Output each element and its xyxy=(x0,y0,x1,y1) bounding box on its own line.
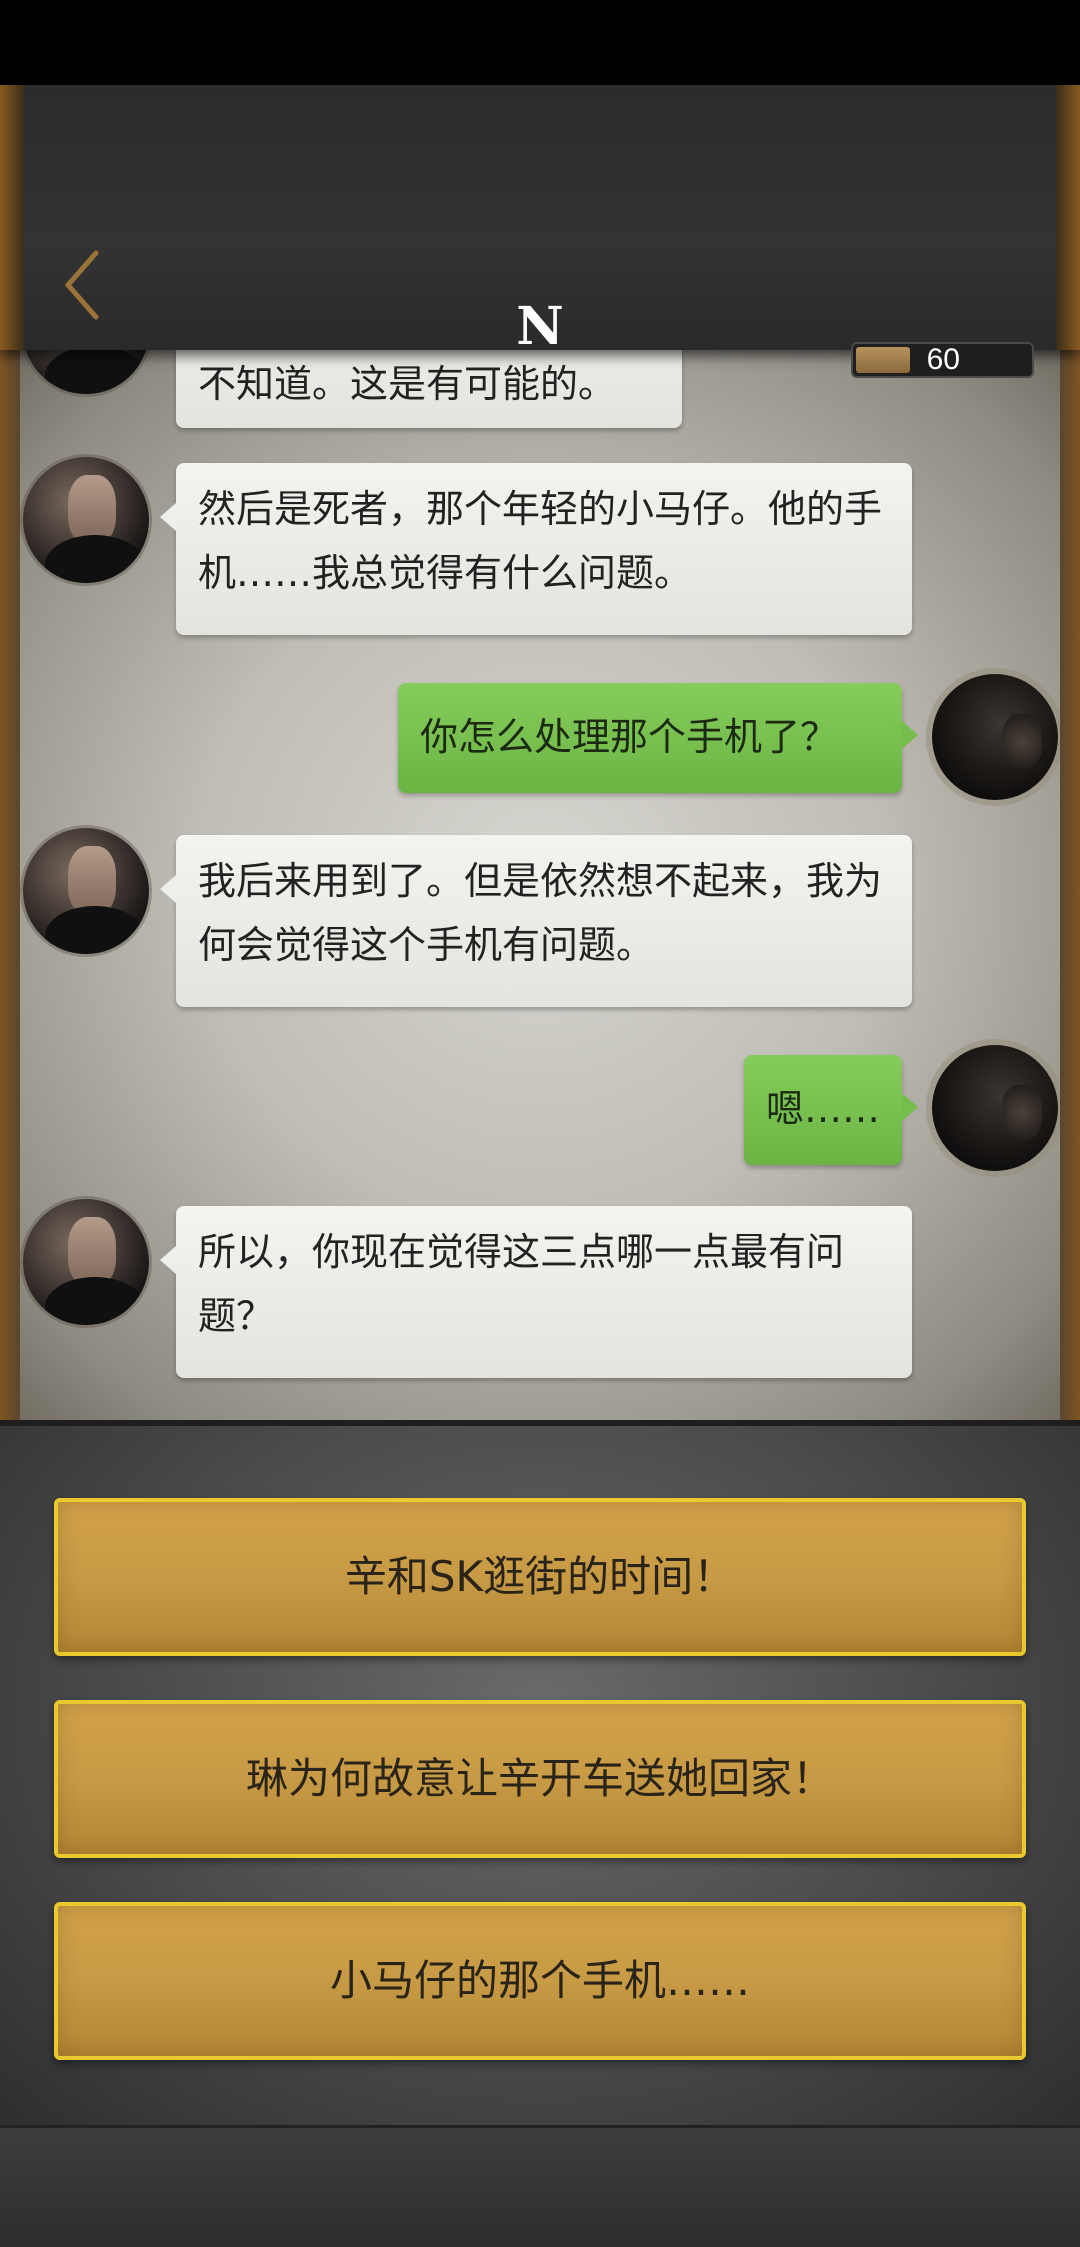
status-bar xyxy=(0,0,1080,85)
message-bubble-player: 嗯…… xyxy=(744,1055,918,1165)
npc-avatar[interactable] xyxy=(23,1199,149,1325)
counter-fill-bar xyxy=(856,347,910,373)
message-bubble-npc: 不知道。这是有可能的。 xyxy=(176,350,682,428)
bottom-bar xyxy=(0,2125,1080,2247)
npc-avatar[interactable] xyxy=(23,457,149,583)
message-text: 你怎么处理那个手机了？ xyxy=(420,715,839,759)
message-text: 我后来用到了。但是依然想不起来，我为何会觉得这个手机有问题。 xyxy=(198,859,883,967)
message-text: 所以，你现在觉得这三点哪一点最有问题？ xyxy=(198,1230,845,1338)
counter-value: 60 xyxy=(926,343,960,376)
coin-counter: 60 xyxy=(851,342,1034,378)
player-avatar[interactable] xyxy=(932,674,1058,800)
message-bubble-npc: 所以，你现在觉得这三点哪一点最有问题？ xyxy=(160,1206,912,1378)
npc-avatar[interactable] xyxy=(23,828,149,954)
message-bubble-npc: 然后是死者，那个年轻的小马仔。他的手机……我总觉得有什么问题。 xyxy=(160,463,912,635)
chat-area[interactable]: 不知道。这是有可能的。 然后是死者，那个年轻的小马仔。他的手机……我总觉得有什么… xyxy=(0,350,1080,1420)
message-bubble-player: 你怎么处理那个手机了？ xyxy=(398,683,918,793)
message-bubble-npc: 我后来用到了。但是依然想不起来，我为何会觉得这个手机有问题。 xyxy=(160,835,912,1007)
message-text: 不知道。这是有可能的。 xyxy=(198,362,617,406)
choice-button-3[interactable]: 小马仔的那个手机…… xyxy=(54,1902,1026,2060)
choice-panel: 辛和SK逛街的时间！ 琳为何故意让辛开车送她回家！ 小马仔的那个手机…… xyxy=(0,1420,1080,2131)
message-text: 嗯…… xyxy=(766,1087,881,1131)
player-avatar[interactable] xyxy=(932,1045,1058,1171)
message-text: 然后是死者，那个年轻的小马仔。他的手机……我总觉得有什么问题。 xyxy=(198,487,883,595)
choice-button-2[interactable]: 琳为何故意让辛开车送她回家！ xyxy=(54,1700,1026,1858)
choice-button-1[interactable]: 辛和SK逛街的时间！ xyxy=(54,1498,1026,1656)
header: N 60 xyxy=(0,85,1080,378)
